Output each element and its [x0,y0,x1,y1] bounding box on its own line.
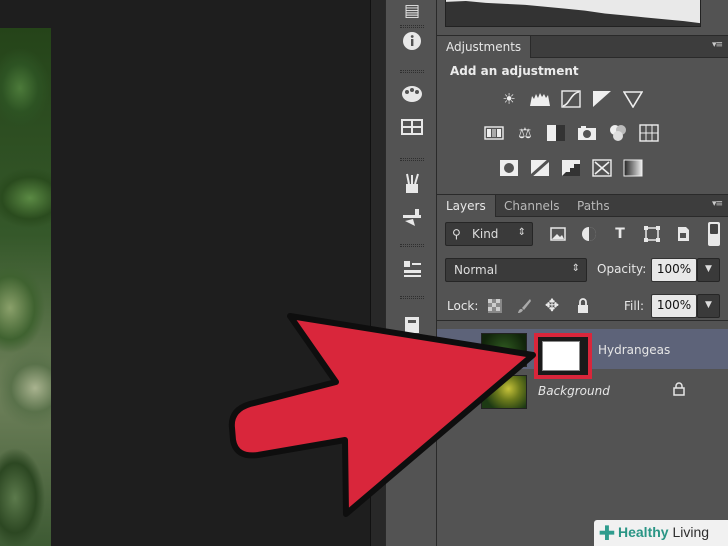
exposure-icon[interactable] [592,90,612,108]
tab-channels[interactable]: Channels [495,195,569,217]
watermark-prefix: Healthy [618,524,669,540]
layers-list: Hydrangeas Background [437,320,728,546]
swatches-panel-icon[interactable] [400,118,424,140]
clone-source-icon[interactable] [400,258,424,280]
right-panel-dock: Adjustments ▾≡ Add an adjustment ☀ ⚖ Lay… [437,0,728,546]
lock-all-icon[interactable] [574,298,592,316]
histogram-graph [445,0,701,27]
canvas-scrollbar[interactable] [370,0,385,546]
watermark-suffix: Living [668,524,710,540]
adjustments-tabbar: Adjustments ▾≡ [437,35,728,58]
blend-mode-value: Normal [454,263,498,277]
lock-pixels-brush-icon[interactable] [515,298,533,316]
tab-paths[interactable]: Paths [568,195,619,217]
dock-grip[interactable] [400,25,424,28]
threshold-icon[interactable] [561,159,581,177]
adjustments-title: Add an adjustment [450,64,579,78]
vibrance-icon[interactable] [622,90,644,109]
dock-grip[interactable] [400,70,424,73]
search-icon: ⚲ [452,227,461,241]
curves-icon[interactable] [561,90,581,108]
layer-name[interactable]: Hydrangeas [598,343,670,357]
histogram-panel-icon[interactable]: ▤ [400,0,424,22]
panel-dock-strip: ▤ [385,0,437,546]
tab-layers[interactable]: Layers [437,195,496,217]
gradient-map-icon[interactable] [623,159,643,177]
channel-mixer-icon[interactable] [608,124,628,142]
opacity-label: Opacity: [597,262,647,276]
updown-icon: ⇕ [517,227,526,238]
lock-label: Lock: [447,299,479,313]
fill-input[interactable]: 100% [651,294,697,318]
color-lookup-icon[interactable] [639,124,659,142]
layer-row-background[interactable]: Background [437,371,728,411]
panel-menu-icon[interactable]: ▾≡ [712,40,723,50]
adjustment-filter-icon[interactable] [580,225,598,243]
layer-thumbnail[interactable] [481,333,527,367]
watermark-text: Healthy Living [618,524,709,540]
selective-color-icon[interactable] [592,159,612,177]
pixel-filter-icon[interactable] [549,225,567,243]
brush-presets-icon[interactable] [400,172,424,194]
tab-adjustments[interactable]: Adjustments [437,36,532,58]
lock-icon [671,382,687,398]
document-canvas[interactable] [0,0,385,546]
panel-menu-icon[interactable]: ▾≡ [712,199,723,209]
black-white-icon[interactable] [546,124,566,142]
type-filter-icon[interactable]: T [611,225,629,243]
layer-row-hydrangeas[interactable]: Hydrangeas [437,329,728,379]
shape-filter-icon[interactable] [643,225,661,243]
updown-icon: ⇕ [571,263,580,274]
color-panel-icon[interactable] [400,84,424,106]
lock-transparent-icon[interactable] [486,298,504,316]
smart-object-filter-icon[interactable] [674,225,692,243]
lock-position-move-icon[interactable]: ✥ [543,297,561,315]
tool-presets-icon[interactable] [400,314,424,336]
layer-name[interactable]: Background [538,384,610,398]
posterize-icon[interactable] [530,158,550,178]
layer-filter-kind[interactable]: ⚲ Kind ⇕ [445,222,533,246]
plus-icon: ✚ [598,521,616,545]
opacity-dropdown-button[interactable]: ▼ [697,258,720,282]
invert-icon[interactable] [499,159,519,177]
fill-label: Fill: [624,299,645,313]
dock-grip[interactable] [400,158,424,161]
info-panel-icon[interactable] [400,30,424,52]
brightness-icon[interactable]: ☀ [499,90,519,108]
fill-dropdown-button[interactable]: ▼ [697,294,720,318]
blend-mode-select[interactable]: Normal ⇕ [445,258,587,282]
document-image[interactable] [0,28,51,546]
brush-panel-icon[interactable] [400,206,424,228]
opacity-input[interactable]: 100% [651,258,697,282]
levels-icon[interactable] [530,90,550,108]
color-balance-icon[interactable]: ⚖ [515,124,535,142]
photo-filter-icon[interactable] [577,124,597,142]
layers-tabbar: Layers Channels Paths ▾≡ [437,194,728,217]
dock-grip[interactable] [400,296,424,299]
watermark-logo: ✚ Healthy Living [594,520,728,546]
layer-thumbnail[interactable] [481,375,527,409]
hue-saturation-icon[interactable] [484,124,504,142]
dock-grip[interactable] [400,244,424,247]
filter-kind-label: Kind [472,227,499,241]
filter-toggle-switch[interactable] [708,222,720,246]
